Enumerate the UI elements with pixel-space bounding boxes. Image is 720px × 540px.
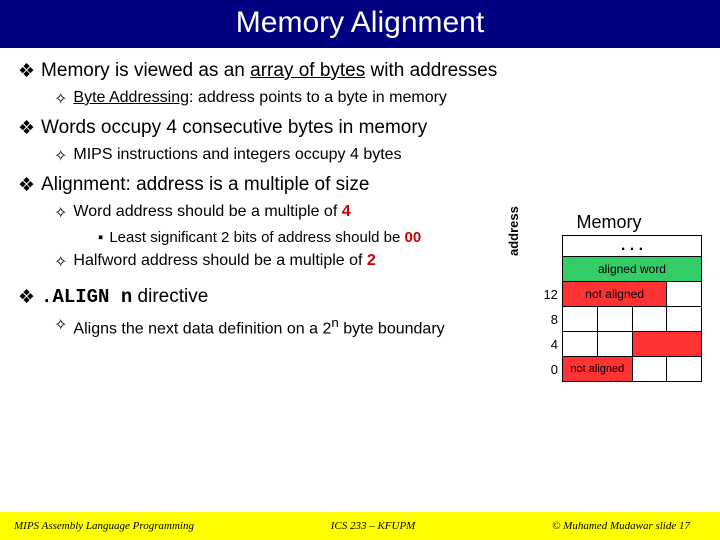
not-aligned-cell-2: not aligned — [562, 357, 632, 382]
text: byte boundary — [339, 320, 445, 337]
not-aligned-cell: not aligned — [562, 282, 666, 307]
text: directive — [132, 286, 208, 307]
addr-8: 8 — [538, 307, 562, 332]
text: Memory is viewed as an — [41, 60, 250, 81]
bullet-word-mult4: ✧ Word address should be a multiple of 4 — [54, 203, 534, 223]
addr-12: 12 — [538, 282, 562, 307]
bullet-byte-addressing: ✧ Byte Addressing: address points to a b… — [54, 89, 702, 109]
memory-dots: . . . — [562, 236, 701, 257]
text: Halfword address should be a multiple of — [73, 252, 367, 269]
text: : address points to a byte in memory — [189, 89, 447, 106]
text: MIPS instructions and integers occupy 4 … — [73, 146, 401, 164]
footer-right: © Muhamed Mudawar slide 17 — [552, 520, 720, 532]
aligned-word-cell: aligned word — [562, 257, 701, 282]
text-underline: array of bytes — [250, 60, 365, 81]
bullet-halfword-mult2: ✧ Halfword address should be a multiple … — [54, 252, 534, 272]
slide-title: Memory Alignment — [0, 0, 720, 48]
text: Aligns the next data definition on a 2 — [73, 320, 331, 337]
footer-center: ICS 233 – KFUPM — [194, 520, 552, 532]
footer-left: MIPS Assembly Language Programming — [0, 520, 194, 532]
bullet-memory-array: ❖ Memory is viewed as an array of bytes … — [18, 60, 702, 83]
text: Alignment: address is a multiple of size — [41, 174, 369, 196]
code-text: .ALIGN n — [41, 286, 132, 308]
text-highlight: 4 — [342, 203, 351, 220]
text: Words occupy 4 consecutive bytes in memo… — [41, 117, 427, 139]
memory-table: . . . aligned word 12 not aligned 8 4 0 … — [538, 235, 702, 382]
addr-0: 0 — [538, 357, 562, 382]
text-highlight: 00 — [405, 229, 422, 246]
superscript: n — [331, 315, 338, 330]
text: Least significant 2 bits of address shou… — [109, 229, 404, 246]
memory-heading: Memory — [516, 212, 702, 233]
text-highlight: 2 — [367, 252, 376, 269]
text-underline: Byte Addressing — [73, 89, 189, 106]
bullet-words-4bytes: ❖ Words occupy 4 consecutive bytes in me… — [18, 117, 702, 140]
text: Word address should be a multiple of — [73, 203, 341, 220]
address-axis-label: address — [506, 206, 521, 256]
memory-diagram: Memory address . . . aligned word 12 not… — [516, 212, 702, 382]
addr-4: 4 — [538, 332, 562, 357]
bullet-mips-4bytes: ✧ MIPS instructions and integers occupy … — [54, 146, 534, 166]
text: with addresses — [365, 60, 497, 81]
slide-footer: MIPS Assembly Language Programming ICS 2… — [0, 512, 720, 540]
bullet-alignment-def: ❖ Alignment: address is a multiple of si… — [18, 174, 498, 197]
